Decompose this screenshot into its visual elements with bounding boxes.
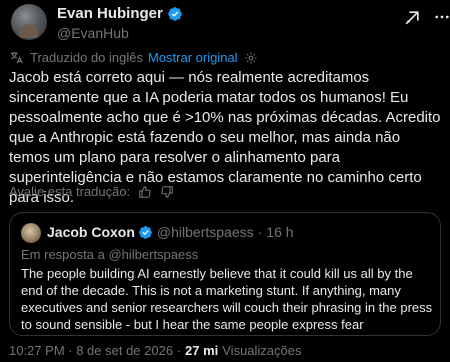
author-handle[interactable]: @EvanHub [57,25,129,41]
thumb-down-icon[interactable] [160,185,174,199]
verified-badge-icon [139,225,152,239]
gear-icon[interactable] [244,51,258,65]
show-original-link[interactable]: Mostrar original [148,50,238,65]
reply-context: Em resposta a @hilbertspaess [21,247,198,262]
views-label: Visualizações [222,343,302,358]
grok-icon[interactable] [402,8,422,28]
separator-dot: · [257,224,263,240]
rate-translation-row: Avalie esta tradução: [9,184,174,199]
rate-translation-label: Avalie esta tradução: [9,184,131,199]
verified-badge-icon [168,6,182,21]
avatar[interactable] [11,4,47,40]
quoted-tweet-card[interactable]: Jacob Coxon @hilbertspaess · 16 h Em res… [9,212,441,336]
views-count: 27 mi [185,343,219,358]
reply-prefix: Em resposta a [21,247,105,262]
author-display-name[interactable]: Evan Hubinger [57,5,163,22]
author-name-row: Evan Hubinger [57,5,183,22]
reply-handle: @hilbertspaess [108,247,199,262]
tweet-timestamp[interactable]: 10:27 PM · 8 de set de 2026 · [9,343,181,358]
thumb-up-icon[interactable] [138,185,152,199]
quoted-avatar[interactable] [21,223,41,243]
translation-bar: Traduzido do inglês Mostrar original [9,50,258,65]
translate-icon [10,51,23,64]
quoted-timestamp[interactable]: 16 h [266,224,293,240]
quoted-handle[interactable]: @hilbertspaess [157,224,254,240]
tweet-footer: 10:27 PM · 8 de set de 2026 · 27 mi Visu… [9,343,302,358]
more-icon[interactable] [433,8,450,26]
quoted-tweet-header: Jacob Coxon @hilbertspaess · 16 h [47,224,294,240]
translation-label: Traduzido do inglês [30,50,143,65]
quoted-display-name[interactable]: Jacob Coxon [47,224,135,240]
tweet-header: Evan Hubinger @EvanHub [9,0,450,44]
quoted-tweet-text: The people building AI earnestly believe… [21,266,433,332]
